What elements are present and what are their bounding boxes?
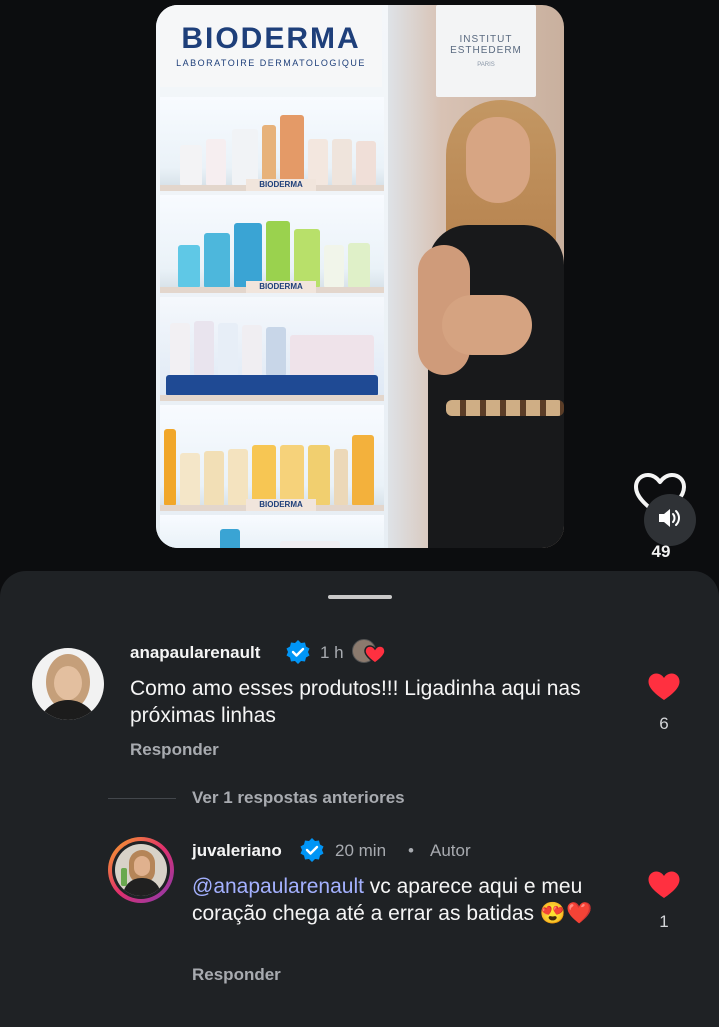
shelf-label: BIODERMA (246, 499, 316, 511)
brand-subtitle: LABORATOIRE DERMATOLOGIQUE (176, 58, 366, 68)
presenter-hands (442, 295, 532, 355)
heart-icon[interactable] (647, 870, 681, 900)
shelf-3 (160, 297, 384, 401)
reply-time: 20 min (335, 841, 387, 860)
secondary-brand-line-3: PARIS (477, 62, 495, 68)
shelf-5 (160, 515, 384, 548)
speaker-icon (657, 506, 683, 535)
reply-button[interactable]: Responder (130, 740, 219, 760)
heart-icon[interactable] (647, 672, 681, 702)
secondary-brand-sign: INSTITUT ESTHEDERM PARIS (436, 5, 536, 97)
comment-text: Como amo esses produtos!!! Ligadinha aqu… (130, 677, 581, 727)
product-shelf-unit: BIODERMA LABORATOIRE DERMATOLOGIQUE BIOD… (156, 5, 388, 548)
reply-button[interactable]: Responder (192, 965, 281, 985)
reply-like-count: 1 (659, 912, 669, 931)
video-like-count: 49 (651, 542, 671, 561)
presenter-belt (446, 400, 564, 416)
verified-badge-icon (286, 640, 310, 664)
video-player[interactable]: BIODERMA LABORATOIRE DERMATOLOGIQUE BIOD… (156, 5, 564, 548)
sound-toggle-button[interactable] (644, 494, 696, 546)
verified-badge-icon (300, 838, 324, 862)
author-badge: Autor (430, 841, 471, 860)
comment-like-count: 6 (659, 714, 669, 733)
comment-username[interactable]: anapaularenault (130, 643, 260, 663)
view-replies-button[interactable]: Ver 1 respostas anteriores (192, 788, 405, 808)
secondary-brand-line-2: ESTHEDERM (450, 45, 522, 56)
secondary-brand-line-1: INSTITUT (459, 34, 513, 45)
reply-username[interactable]: juvaleriano (192, 841, 282, 861)
avatar[interactable] (108, 837, 174, 903)
brand-sign: BIODERMA LABORATOIRE DERMATOLOGIQUE (160, 5, 382, 87)
reply-text: @anapaularenault vc aparece aqui e meu c… (192, 873, 602, 927)
shelf-label: BIODERMA (246, 281, 316, 293)
comment-time: 1 h (320, 643, 344, 662)
meta-separator: • (408, 841, 414, 860)
brand-name: BIODERMA (181, 22, 361, 55)
shelf-1: BIODERMA (160, 97, 384, 191)
comments-sheet: anapaularenault 1 h Como amo esses produ… (0, 571, 719, 1027)
shelf-4: BIODERMA (160, 405, 384, 511)
sheet-drag-handle[interactable] (328, 595, 392, 599)
mention-link[interactable]: @anapaularenault (192, 875, 364, 898)
presenter-face (466, 117, 530, 203)
creator-heart-icon (352, 639, 388, 665)
avatar[interactable] (32, 648, 104, 720)
shelf-2: BIODERMA (160, 195, 384, 293)
shelf-label: BIODERMA (246, 179, 316, 191)
replies-divider (108, 798, 176, 799)
